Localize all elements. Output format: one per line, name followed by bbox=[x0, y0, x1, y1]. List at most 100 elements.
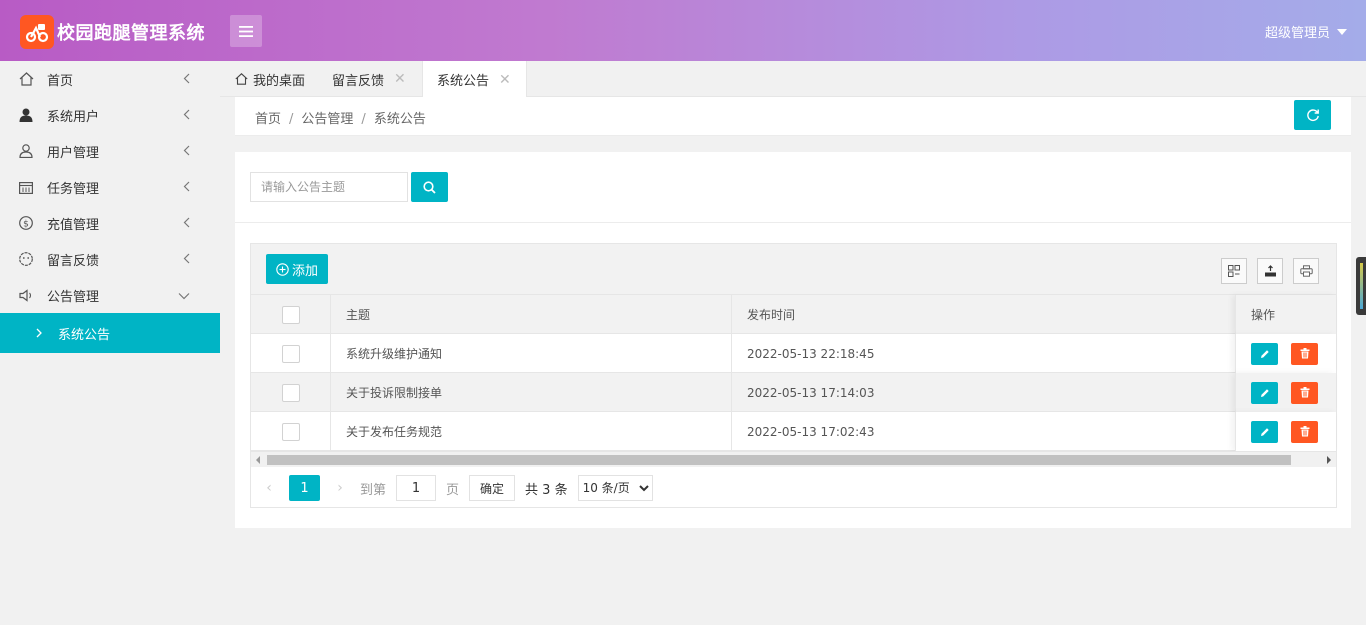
table-row: 关于发布任务规范 2022-05-13 17:02:43 bbox=[251, 412, 1336, 451]
table-toolbar: 添加 bbox=[251, 244, 1336, 295]
edit-button[interactable] bbox=[1251, 381, 1278, 404]
sidebar-item-home[interactable]: 首页 bbox=[0, 61, 220, 97]
sidebar-item-announcement-management[interactable]: 公告管理 bbox=[0, 277, 220, 313]
sidebar-item-task-management[interactable]: 任务管理 bbox=[0, 169, 220, 205]
row-checkbox[interactable] bbox=[281, 422, 300, 441]
tab-feedback[interactable]: 留言反馈 ✕ bbox=[332, 61, 406, 97]
sidebar-item-label: 任务管理 bbox=[47, 181, 100, 197]
chevron-left-icon bbox=[183, 109, 190, 124]
pagination: ‹ 1 › 到第 页 确定 共 3 条 10 条/页 bbox=[251, 468, 1336, 508]
data-table: 添加 主题 发布时间 操作 系统升级维护通知 2022-05-13 22:18:… bbox=[250, 243, 1337, 508]
tab-label: 我的桌面 bbox=[253, 73, 306, 89]
search-input[interactable] bbox=[250, 172, 408, 202]
delete-button[interactable] bbox=[1291, 381, 1318, 404]
app-logo: 校园跑腿管理系统 bbox=[20, 15, 205, 49]
close-icon[interactable]: ✕ bbox=[394, 71, 406, 87]
edit-button[interactable] bbox=[1251, 420, 1278, 443]
sidebar: 首页 系统用户 用户管理 任务管理 $ 充值管理 留言反馈 公告管理 系统公告 bbox=[0, 61, 220, 625]
page-size-select[interactable]: 10 条/页 bbox=[577, 475, 653, 501]
chevron-right-icon bbox=[36, 328, 42, 338]
print-button[interactable] bbox=[1293, 258, 1319, 284]
goto-label: 到第 bbox=[360, 482, 387, 498]
scroll-right-arrow-icon[interactable] bbox=[1327, 456, 1331, 464]
add-button-label: 添加 bbox=[292, 263, 319, 279]
user-solid-icon bbox=[18, 107, 34, 123]
prev-page-icon[interactable]: ‹ bbox=[261, 480, 277, 496]
cell-title: 关于发布任务规范 bbox=[331, 412, 732, 451]
sidebar-subitem-announcements[interactable]: 系统公告 bbox=[0, 313, 220, 353]
table-body: 主题 发布时间 操作 系统升级维护通知 2022-05-13 22:18:45 … bbox=[251, 295, 1336, 451]
add-button[interactable]: 添加 bbox=[266, 254, 329, 284]
scrollbar-thumb[interactable] bbox=[267, 455, 1291, 465]
breadcrumb-item[interactable]: 首页 bbox=[255, 112, 281, 127]
goto-confirm-button[interactable]: 确定 bbox=[469, 475, 516, 501]
breadcrumb-item[interactable]: 公告管理 bbox=[301, 112, 353, 127]
chevron-down-icon bbox=[178, 289, 190, 304]
table-row: 系统升级维护通知 2022-05-13 22:18:45 bbox=[251, 334, 1336, 373]
sidebar-item-user-management[interactable]: 用户管理 bbox=[0, 133, 220, 169]
checkbox-cell bbox=[251, 373, 331, 412]
cell-time: 2022-05-13 22:18:45 bbox=[747, 346, 875, 361]
tab-desktop[interactable]: 我的桌面 bbox=[235, 61, 305, 97]
sidebar-item-system-users[interactable]: 系统用户 bbox=[0, 97, 220, 133]
caret-down-icon bbox=[1337, 28, 1347, 35]
cell-title: 系统升级维护通知 bbox=[331, 334, 732, 373]
side-drawer-handle[interactable] bbox=[1356, 257, 1366, 315]
refresh-icon bbox=[1306, 109, 1319, 122]
sidebar-item-label: 用户管理 bbox=[47, 145, 100, 161]
print-icon bbox=[1299, 265, 1313, 277]
scroll-left-arrow-icon[interactable] bbox=[256, 456, 260, 464]
close-icon[interactable]: ✕ bbox=[499, 72, 511, 88]
search-icon bbox=[423, 180, 436, 194]
user-icon bbox=[18, 143, 34, 159]
breadcrumb-separator: / bbox=[289, 112, 294, 127]
menu-toggle-button[interactable] bbox=[230, 15, 262, 47]
speaker-icon bbox=[18, 287, 34, 303]
total-count: 共 3 条 bbox=[525, 482, 568, 498]
current-page-button[interactable]: 1 bbox=[289, 475, 320, 501]
cell-title: 关于投诉限制接单 bbox=[331, 373, 732, 412]
home-icon bbox=[235, 73, 248, 85]
user-menu[interactable]: 超级管理员 bbox=[1265, 22, 1347, 41]
sidebar-item-feedback[interactable]: 留言反馈 bbox=[0, 241, 220, 277]
breadcrumb-bar: 首页 / 公告管理 / 系统公告 bbox=[235, 97, 1351, 136]
horizontal-scrollbar[interactable] bbox=[251, 451, 1336, 467]
page-unit-label: 页 bbox=[446, 482, 460, 498]
sidebar-item-label: 首页 bbox=[47, 73, 74, 89]
pencil-icon bbox=[1260, 349, 1269, 358]
cell-actions bbox=[1235, 412, 1336, 451]
dollar-icon: $ bbox=[18, 215, 34, 231]
chevron-left-icon bbox=[183, 145, 190, 160]
pencil-icon bbox=[1260, 388, 1269, 397]
table-header-row: 主题 发布时间 操作 bbox=[251, 295, 1336, 334]
goto-page-input[interactable] bbox=[396, 475, 437, 501]
delete-button[interactable] bbox=[1291, 420, 1318, 443]
divider bbox=[235, 222, 1351, 223]
checkbox-cell bbox=[251, 334, 331, 373]
edit-button[interactable] bbox=[1251, 342, 1278, 365]
column-filter-button[interactable] bbox=[1221, 258, 1247, 284]
export-button[interactable] bbox=[1257, 258, 1283, 284]
breadcrumb-item: 系统公告 bbox=[373, 112, 426, 127]
delete-button[interactable] bbox=[1291, 342, 1318, 365]
row-checkbox[interactable] bbox=[281, 383, 300, 402]
sidebar-item-label: 留言反馈 bbox=[47, 253, 100, 269]
select-all-checkbox[interactable] bbox=[281, 305, 300, 324]
columns-icon bbox=[1228, 265, 1240, 277]
header-checkbox-cell bbox=[251, 295, 331, 334]
handle-bar bbox=[1360, 263, 1363, 309]
search-button[interactable] bbox=[411, 172, 448, 202]
next-page-icon[interactable]: › bbox=[332, 480, 348, 496]
cell-actions bbox=[1235, 334, 1336, 373]
refresh-button[interactable] bbox=[1294, 100, 1331, 130]
tab-bar: 我的桌面 留言反馈 ✕ 系统公告 ✕ bbox=[220, 61, 1366, 98]
cell-actions bbox=[1235, 373, 1336, 412]
tab-announcements[interactable]: 系统公告 ✕ bbox=[422, 61, 527, 98]
sidebar-item-label: 公告管理 bbox=[47, 289, 100, 305]
sidebar-item-label: 充值管理 bbox=[47, 217, 100, 233]
sidebar-item-recharge-management[interactable]: $ 充值管理 bbox=[0, 205, 220, 241]
svg-text:$: $ bbox=[23, 219, 29, 229]
face-icon bbox=[18, 251, 34, 267]
row-checkbox[interactable] bbox=[281, 344, 300, 363]
trash-icon bbox=[1300, 387, 1309, 398]
